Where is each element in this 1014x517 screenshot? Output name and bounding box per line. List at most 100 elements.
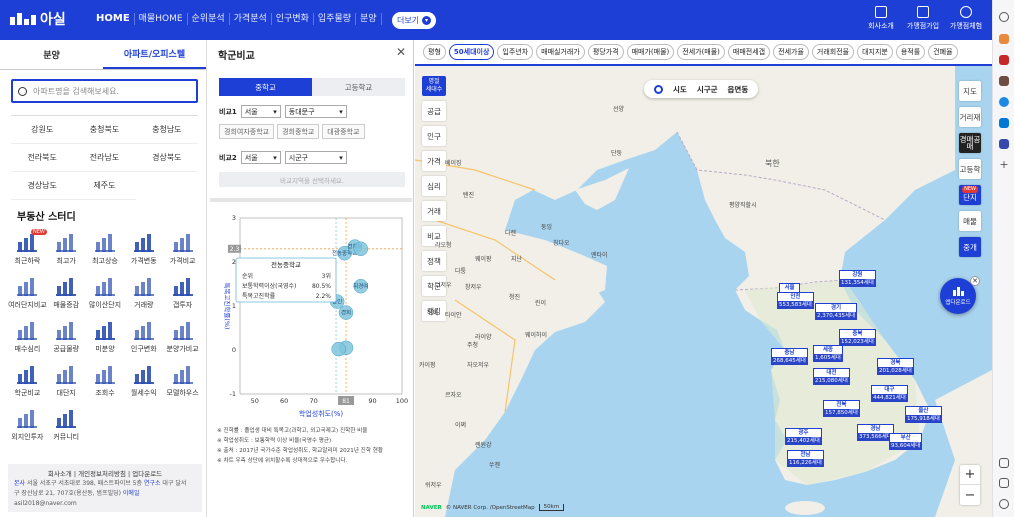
- tool-modelhouse[interactable]: 모델하우스: [163, 364, 202, 398]
- tool-views[interactable]: 조회수: [86, 364, 125, 398]
- region-label[interactable]: 부산 93,604세대: [889, 433, 923, 450]
- region-label[interactable]: 충남 268,645세대: [771, 348, 808, 365]
- region-button[interactable]: 제주도: [73, 172, 136, 200]
- level-sido[interactable]: 시도: [673, 84, 687, 95]
- filter-button[interactable]: 입주년차: [497, 44, 534, 60]
- region-label[interactable]: 충북 152,023세대: [839, 329, 876, 346]
- more-button[interactable]: 더보기 ▾: [392, 12, 436, 29]
- households-toggle[interactable]: 명절 세대수: [422, 76, 446, 96]
- bag-icon[interactable]: [999, 55, 1009, 65]
- compare2-city-select[interactable]: 서울 ▾: [240, 151, 281, 164]
- filter-button[interactable]: 전세가율: [773, 44, 809, 60]
- region-button[interactable]: 전라남도: [73, 144, 136, 172]
- map-menu-item[interactable]: 가격: [422, 151, 446, 171]
- region-button[interactable]: 경상남도: [11, 172, 74, 200]
- tool-price-compare[interactable]: 분양가비교: [163, 320, 202, 354]
- compare1-city-select[interactable]: 서울 ▾: [240, 105, 281, 118]
- filter-button[interactable]: 평형: [423, 44, 446, 60]
- map-right-item[interactable]: 고등학: [959, 159, 981, 179]
- nav-item-3[interactable]: 가격분석: [230, 13, 272, 25]
- filter-button[interactable]: 매매실거래가: [536, 44, 585, 60]
- tool-compare[interactable]: 가격비교: [163, 232, 202, 266]
- tag-icon[interactable]: [999, 34, 1009, 44]
- map-right-item[interactable]: 중개: [959, 237, 981, 257]
- close-icon[interactable]: ✕: [396, 45, 406, 59]
- tab-apartment-officetel[interactable]: 아파트/오피스텔: [103, 40, 206, 69]
- school-chip[interactable]: 대광중학교: [322, 124, 365, 139]
- map-right-item[interactable]: NEW 단지: [959, 185, 981, 205]
- tool-complex[interactable]: 대단지: [47, 364, 86, 398]
- nav-item-6[interactable]: 분양: [356, 13, 382, 25]
- nav-item-1[interactable]: 매물HOME: [135, 13, 188, 25]
- filter-button[interactable]: 매매가(매물): [626, 44, 675, 60]
- apartment-search-input[interactable]: 아파트명을 검색해보세요.: [11, 79, 198, 103]
- footer-links[interactable]: 회사소개 | 개인정보처리방침 | 업다운로드: [14, 469, 196, 479]
- company-intro-button[interactable]: 회사소개: [860, 6, 902, 31]
- tab-middle-school[interactable]: 중학교: [219, 78, 312, 96]
- tab-high-school[interactable]: 고등학교: [312, 78, 405, 96]
- compare1-district-select[interactable]: 동대문구 ▾: [284, 105, 347, 118]
- map-right-item[interactable]: 거리재: [959, 107, 981, 127]
- compare2-district-select[interactable]: 시군구 ▾: [284, 151, 347, 164]
- tool-buildings[interactable]: 많이산단지: [86, 276, 125, 310]
- tool-unsold[interactable]: 미분양: [86, 320, 125, 354]
- outlook-icon[interactable]: [999, 118, 1009, 128]
- region-label[interactable]: 전남 116,226세대: [787, 450, 824, 467]
- add-icon[interactable]: +: [999, 159, 1009, 170]
- map-right-item[interactable]: 지도: [959, 81, 981, 101]
- crosshair-icon[interactable]: [654, 84, 663, 94]
- region-label[interactable]: 전북 157,850세대: [823, 400, 860, 417]
- region-button[interactable]: 강원도: [11, 116, 74, 144]
- tool-sentiment[interactable]: 매수심리: [8, 320, 47, 354]
- filter-button[interactable]: 평당가격: [587, 44, 624, 60]
- zoom-in-button[interactable]: +: [960, 465, 980, 485]
- region-label[interactable]: 대전 215,080세대: [813, 368, 850, 385]
- map-right-item[interactable]: 매물: [959, 211, 981, 231]
- tool-outsider[interactable]: 외지인투자: [8, 408, 47, 442]
- region-button[interactable]: 경상북도: [135, 144, 198, 172]
- tool-building-chart[interactable]: 최고가: [47, 232, 86, 266]
- region-label[interactable]: 대구 444,821세대: [871, 385, 908, 402]
- map-menu-item[interactable]: 공급: [422, 101, 446, 121]
- tool-supply[interactable]: 공급물량: [47, 320, 86, 354]
- email[interactable]: asil2018@naver.com: [14, 500, 77, 507]
- tool-volume[interactable]: 거래량: [124, 276, 163, 310]
- map-menu-item[interactable]: 정책: [422, 251, 446, 271]
- map-menu-item[interactable]: 심리: [422, 176, 446, 196]
- level-eupmyeondong[interactable]: 읍면동: [728, 84, 749, 95]
- level-sigungu[interactable]: 시구군: [697, 84, 718, 95]
- region-label[interactable]: 인천 553,583세대: [777, 292, 814, 309]
- filter-button[interactable]: 50세대이상: [448, 44, 495, 60]
- tools-icon[interactable]: [999, 76, 1009, 86]
- tool-population[interactable]: 인구변화: [124, 320, 163, 354]
- region-label[interactable]: 세종 1,605세대: [813, 345, 843, 362]
- map-menu-item[interactable]: 거래: [422, 201, 446, 221]
- map-menu-item[interactable]: 인구: [422, 126, 446, 146]
- nav-item-5[interactable]: 입주물량: [314, 13, 357, 25]
- tool-gap[interactable]: 갭투자: [163, 276, 202, 310]
- tool-stack[interactable]: 매물증감: [47, 276, 86, 310]
- region-label[interactable]: 강원 131,354세대: [839, 270, 876, 287]
- zoom-out-button[interactable]: −: [960, 485, 980, 505]
- tool-line-chart[interactable]: 여러단지비교: [8, 276, 47, 310]
- panel-icon[interactable]: [999, 458, 1009, 468]
- filter-button[interactable]: 용적률: [895, 44, 926, 60]
- gear-icon[interactable]: [999, 499, 1009, 509]
- region-button[interactable]: 전라북도: [11, 144, 74, 172]
- nav-item-4[interactable]: 인구변화: [272, 13, 314, 25]
- region-label[interactable]: 경북 201,028세대: [877, 358, 914, 375]
- tab-presale[interactable]: 분양: [0, 40, 103, 69]
- region-label[interactable]: 울산 175,918세대: [905, 406, 942, 423]
- attribution-text[interactable]: © NAVER Corp. /OpenStreetMap: [446, 505, 535, 511]
- map-right-item[interactable]: 경매공매: [959, 133, 981, 153]
- school-chip[interactable]: 경희중학교: [277, 124, 320, 139]
- map-area[interactable]: 평형 50세대이상 입주년차 매매실거래가 평당가격 매매가(매물) 전세가(매물) 매매전세…: [415, 40, 992, 517]
- region-label[interactable]: 경기 2,370,435세대: [815, 303, 858, 320]
- region-label[interactable]: 광주 215,402세대: [785, 428, 822, 445]
- region-button[interactable]: 충청북도: [73, 116, 136, 144]
- tool-school[interactable]: 학군비교: [8, 364, 47, 398]
- nav-item-0[interactable]: HOME: [92, 13, 135, 25]
- filter-button[interactable]: 건폐율: [928, 44, 958, 60]
- filter-button[interactable]: 매매전세갭: [727, 44, 771, 60]
- send-icon[interactable]: [999, 139, 1009, 149]
